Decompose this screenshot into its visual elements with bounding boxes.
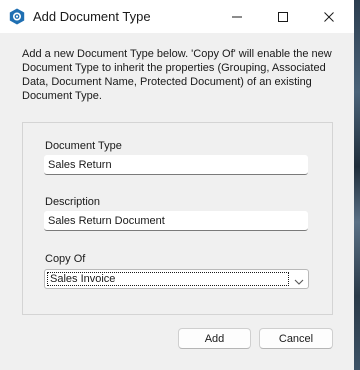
cancel-button[interactable]: Cancel — [259, 328, 333, 349]
copy-of-dropdown[interactable]: Sales Invoice — [44, 269, 309, 289]
minimize-icon — [232, 16, 242, 17]
chevron-down-icon[interactable] — [293, 274, 305, 285]
copy-of-selected-value: Sales Invoice — [47, 272, 289, 286]
close-icon — [324, 11, 334, 22]
dialog-content: Add a new Document Type below. 'Copy Of'… — [0, 33, 354, 370]
close-button[interactable] — [306, 0, 352, 33]
app-icon — [9, 8, 25, 25]
window-title: Add Document Type — [33, 9, 151, 24]
description-label: Description — [45, 196, 101, 208]
maximize-button[interactable] — [260, 0, 306, 33]
document-type-input[interactable] — [44, 155, 308, 175]
description-input[interactable] — [44, 211, 308, 231]
document-type-label: Document Type — [45, 140, 122, 152]
add-document-type-dialog: Add Document Type Add a new Document Typ… — [0, 0, 354, 370]
title-bar[interactable]: Add Document Type — [0, 0, 354, 33]
minimize-button[interactable] — [214, 0, 260, 33]
desktop-background — [354, 0, 360, 370]
maximize-icon — [278, 11, 288, 22]
add-button[interactable]: Add — [178, 328, 251, 349]
copy-of-label: Copy Of — [45, 253, 86, 265]
intro-text: Add a new Document Type below. 'Copy Of'… — [22, 48, 332, 102]
